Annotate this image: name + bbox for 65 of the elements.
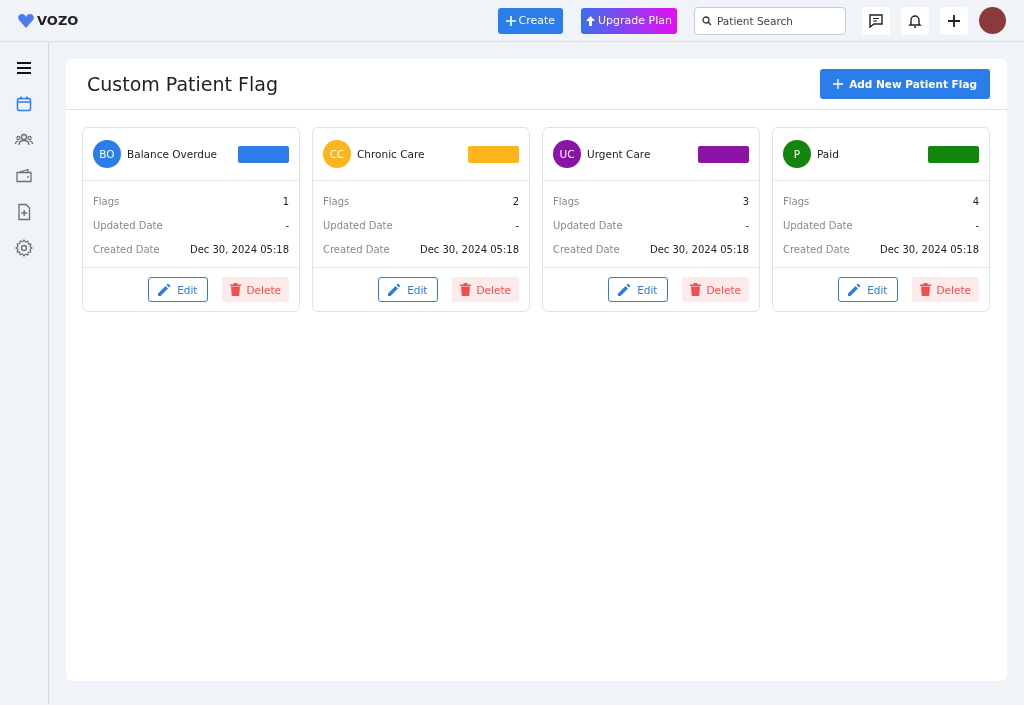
upgrade-plan-button[interactable]: Upgrade Plan <box>581 7 677 34</box>
logo-text: VOZO <box>37 13 79 28</box>
search-field[interactable]: Patient Search <box>694 6 846 35</box>
field-label: Flags <box>323 195 350 207</box>
create-button[interactable]: Create <box>497 7 564 34</box>
pencil-icon <box>618 283 632 296</box>
heart-logo-icon <box>18 13 34 28</box>
avatar[interactable] <box>979 7 1006 34</box>
field-label: Created Date <box>93 243 160 255</box>
flags-count: 2 <box>512 195 519 207</box>
field-label: Updated Date <box>93 219 163 231</box>
field-label: Updated Date <box>553 219 623 231</box>
field-label: Updated Date <box>783 219 853 231</box>
initials-avatar: CC <box>323 140 351 168</box>
created-date: Dec 30, 2024 05:18 <box>649 243 749 255</box>
flag-name: Urgent Care <box>587 148 652 160</box>
edit-button[interactable]: Edit <box>838 277 898 302</box>
pencil-icon <box>848 283 862 296</box>
pencil-icon <box>158 283 172 296</box>
trash-icon <box>689 283 701 296</box>
plus-icon <box>505 15 516 26</box>
initials-avatar: BO <box>93 140 121 168</box>
flags-count: 3 <box>742 195 749 207</box>
up-arrow-icon <box>586 15 596 26</box>
updated-date: - <box>515 219 519 231</box>
trash-icon <box>459 283 471 296</box>
field-label: Created Date <box>323 243 390 255</box>
flags-count: 1 <box>282 195 289 207</box>
edit-button[interactable]: Edit <box>378 277 438 302</box>
flag-name: Balance Overdue <box>127 148 219 160</box>
edit-button[interactable]: Edit <box>608 277 668 302</box>
plus-icon[interactable] <box>940 6 968 35</box>
delete-button[interactable]: Delete <box>451 277 519 302</box>
field-label: Flags <box>93 195 120 207</box>
flag-name: Chronic Care <box>357 148 426 160</box>
updated-date: - <box>285 219 289 231</box>
flag-name: Paid <box>817 148 840 160</box>
created-date: Dec 30, 2024 05:18 <box>879 243 979 255</box>
page-title: Custom Patient Flag <box>87 73 278 95</box>
initials-avatar: P <box>783 140 811 168</box>
chat-icon[interactable] <box>862 6 890 35</box>
delete-button[interactable]: Delete <box>911 277 979 302</box>
bell-icon[interactable] <box>901 6 929 35</box>
trash-icon <box>919 283 931 296</box>
created-date: Dec 30, 2024 05:18 <box>419 243 519 255</box>
delete-button[interactable]: Delete <box>221 277 289 302</box>
flags-count: 4 <box>972 195 979 207</box>
field-label: Updated Date <box>323 219 393 231</box>
field-label: Created Date <box>783 243 850 255</box>
field-label: Flags <box>553 195 580 207</box>
created-date: Dec 30, 2024 05:18 <box>189 243 289 255</box>
edit-button[interactable]: Edit <box>148 277 208 302</box>
trash-icon <box>229 283 241 296</box>
initials-avatar: UC <box>553 140 581 168</box>
search-icon <box>702 15 712 26</box>
updated-date: - <box>975 219 979 231</box>
updated-date: - <box>745 219 749 231</box>
plus-icon <box>833 79 844 89</box>
delete-button[interactable]: Delete <box>681 277 749 302</box>
add-new-patient-flag-button[interactable]: Add New Patient Flag <box>820 69 990 99</box>
pencil-icon <box>388 283 402 296</box>
calendar-icon[interactable] <box>14 94 34 114</box>
settings-icon[interactable] <box>14 238 34 258</box>
field-label: Flags <box>783 195 810 207</box>
field-label: Created Date <box>553 243 620 255</box>
